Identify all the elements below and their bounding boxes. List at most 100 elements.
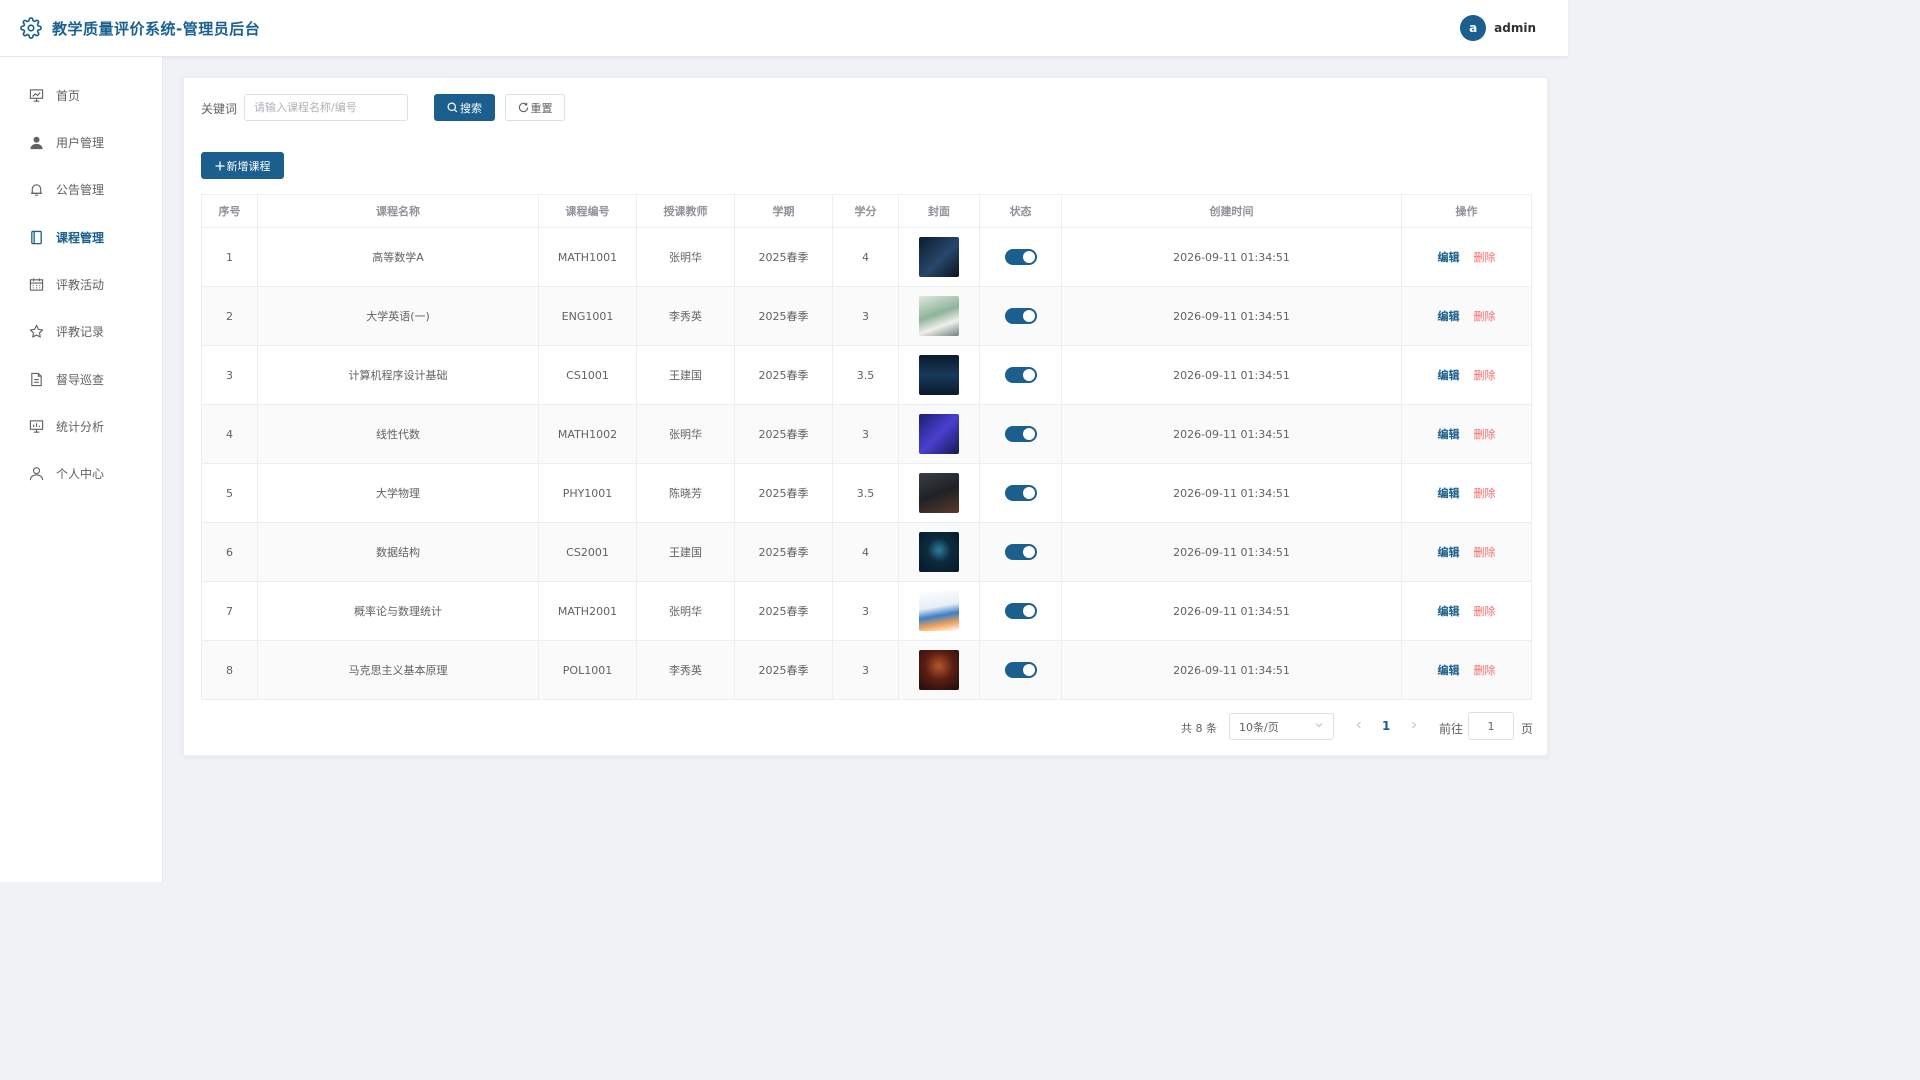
course-cover-image[interactable] xyxy=(919,473,959,513)
table-row: 7 概率论与数理统计 MATH2001 张明华 2025春季 3 2026-09… xyxy=(201,581,1532,641)
cell-name: 计算机程序设计基础 xyxy=(257,345,539,405)
cell-term: 2025春季 xyxy=(734,404,833,464)
pagination-total: 共 8 条 xyxy=(1181,722,1217,735)
course-cover-image[interactable] xyxy=(919,414,959,454)
course-cover-image[interactable] xyxy=(919,296,959,336)
sidebar-item-evaluation-activities[interactable]: 评教活动 xyxy=(0,264,162,304)
status-toggle[interactable] xyxy=(1004,662,1037,678)
delete-button[interactable]: 删除 xyxy=(1474,605,1496,618)
table-row: 6 数据结构 CS2001 王建国 2025春季 4 2026-09-11 01… xyxy=(201,522,1532,582)
top-header: 教学质量评价系统-管理员后台 a admin xyxy=(0,0,1568,57)
search-button[interactable]: 搜索 xyxy=(434,94,495,121)
column-header: 学分 xyxy=(832,194,899,228)
reset-button-label: 重置 xyxy=(530,101,553,115)
sidebar-item-notices[interactable]: 公告管理 xyxy=(0,169,162,209)
edit-button[interactable]: 编辑 xyxy=(1438,487,1460,500)
edit-button[interactable]: 编辑 xyxy=(1438,369,1460,382)
delete-button[interactable]: 删除 xyxy=(1474,664,1496,677)
delete-button[interactable]: 删除 xyxy=(1474,546,1496,559)
sidebar-item-home[interactable]: 首页 xyxy=(0,75,162,115)
cell-credit: 3 xyxy=(832,581,899,641)
cell-name: 大学英语(一) xyxy=(257,286,539,346)
cell-name: 高等数学A xyxy=(257,227,539,287)
cell-term: 2025春季 xyxy=(734,227,833,287)
add-course-button[interactable]: 新增课程 xyxy=(201,152,284,179)
edit-button[interactable]: 编辑 xyxy=(1438,546,1460,559)
sidebar-item-statistics[interactable]: 统计分析 xyxy=(0,406,162,446)
delete-button[interactable]: 删除 xyxy=(1474,251,1496,264)
username[interactable]: admin xyxy=(1494,21,1536,35)
app-title: 教学质量评价系统-管理员后台 xyxy=(52,19,261,38)
user-filled-icon xyxy=(28,134,44,150)
edit-button[interactable]: 编辑 xyxy=(1438,605,1460,618)
prev-page-button[interactable] xyxy=(1354,719,1364,733)
keyword-input[interactable] xyxy=(244,94,408,121)
edit-button[interactable]: 编辑 xyxy=(1438,251,1460,264)
delete-button[interactable]: 删除 xyxy=(1474,310,1496,323)
cell-term: 2025春季 xyxy=(734,640,833,700)
calendar-icon xyxy=(28,276,44,292)
user-icon xyxy=(28,465,44,481)
cell-created: 2026-09-11 01:34:51 xyxy=(1061,227,1402,287)
course-cover-image[interactable] xyxy=(919,591,959,631)
data-board-icon xyxy=(28,418,44,434)
course-cover-image[interactable] xyxy=(919,532,959,572)
course-cover-image[interactable] xyxy=(919,237,959,277)
cell-teacher: 李秀英 xyxy=(636,286,735,346)
reset-button[interactable]: 重置 xyxy=(505,94,565,121)
cell-code: MATH1001 xyxy=(538,227,637,287)
status-toggle[interactable] xyxy=(1004,308,1037,324)
cell-code: MATH1002 xyxy=(538,404,637,464)
column-header: 操作 xyxy=(1401,194,1532,228)
status-toggle[interactable] xyxy=(1004,426,1037,442)
status-toggle[interactable] xyxy=(1004,249,1037,265)
status-toggle[interactable] xyxy=(1004,544,1037,560)
cell-teacher: 王建国 xyxy=(636,345,735,405)
sidebar-item-supervision[interactable]: 督导巡查 xyxy=(0,359,162,399)
avatar[interactable]: a xyxy=(1460,15,1487,41)
course-cover-image[interactable] xyxy=(919,650,959,690)
cell-credit: 3 xyxy=(832,404,899,464)
cell-no: 7 xyxy=(201,581,258,641)
cell-no: 5 xyxy=(201,463,258,523)
cell-name: 数据结构 xyxy=(257,522,539,582)
column-header: 序号 xyxy=(201,194,258,228)
cell-created: 2026-09-11 01:34:51 xyxy=(1061,581,1402,641)
next-page-button[interactable] xyxy=(1409,719,1419,733)
table-row: 2 大学英语(一) ENG1001 李秀英 2025春季 3 2026-09-1… xyxy=(201,286,1532,346)
edit-button[interactable]: 编辑 xyxy=(1438,428,1460,441)
cell-credit: 4 xyxy=(832,522,899,582)
table-row: 8 马克思主义基本原理 POL1001 李秀英 2025春季 3 2026-09… xyxy=(201,640,1532,700)
sidebar-item-profile[interactable]: 个人中心 xyxy=(0,453,162,493)
cell-name: 线性代数 xyxy=(257,404,539,464)
cell-term: 2025春季 xyxy=(734,581,833,641)
cell-credit: 3 xyxy=(832,640,899,700)
edit-button[interactable]: 编辑 xyxy=(1438,664,1460,677)
page-number-current[interactable]: 1 xyxy=(1382,719,1390,733)
cell-code: POL1001 xyxy=(538,640,637,700)
table-header-row: 序号 课程名称 课程编号 授课教师 学期 学分 封面 状态 创建时间 操作 xyxy=(201,194,1532,228)
status-toggle[interactable] xyxy=(1004,485,1037,501)
cell-code: ENG1001 xyxy=(538,286,637,346)
edit-button[interactable]: 编辑 xyxy=(1438,310,1460,323)
sidebar-item-label: 用户管理 xyxy=(56,135,105,150)
sidebar-item-evaluation-records[interactable]: 评教记录 xyxy=(0,311,162,351)
user-menu[interactable]: a admin xyxy=(1460,15,1536,41)
cell-teacher: 王建国 xyxy=(636,522,735,582)
cell-term: 2025春季 xyxy=(734,345,833,405)
table-row: 3 计算机程序设计基础 CS1001 王建国 2025春季 3.5 2026-0… xyxy=(201,345,1532,405)
sidebar-item-users[interactable]: 用户管理 xyxy=(0,122,162,162)
status-toggle[interactable] xyxy=(1004,367,1037,383)
goto-page-input[interactable] xyxy=(1468,712,1514,740)
sidebar-item-label: 督导巡查 xyxy=(56,372,105,387)
delete-button[interactable]: 删除 xyxy=(1474,428,1496,441)
page-size-select[interactable]: 10条/页 xyxy=(1229,713,1334,740)
cell-created: 2026-09-11 01:34:51 xyxy=(1061,286,1402,346)
delete-button[interactable]: 删除 xyxy=(1474,369,1496,382)
status-toggle[interactable] xyxy=(1004,603,1037,619)
table-row: 5 大学物理 PHY1001 陈晓芳 2025春季 3.5 2026-09-11… xyxy=(201,463,1532,523)
course-cover-image[interactable] xyxy=(919,355,959,395)
delete-button[interactable]: 删除 xyxy=(1474,487,1496,500)
sidebar-item-courses[interactable]: 课程管理 xyxy=(0,217,162,257)
cell-code: MATH2001 xyxy=(538,581,637,641)
